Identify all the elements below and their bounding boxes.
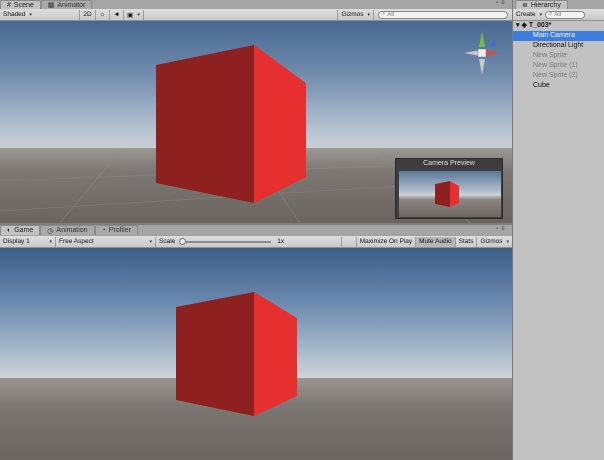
hierarchy-toolbar: Create ⌕ All: [513, 9, 604, 21]
scene-orientation-gizmo[interactable]: [462, 29, 502, 77]
mute-audio-toggle[interactable]: Mute Audio: [416, 236, 456, 247]
display-dropdown[interactable]: Display 1: [0, 236, 56, 247]
maximize-on-play-label: Maximize On Play: [359, 238, 413, 245]
tab-scene-label: Scene: [13, 1, 34, 9]
unity-editor: # Scene ▦ Animator ▫≡ Shaded 2D ☼ ◄ ▣ Gi…: [0, 0, 604, 460]
scene-gizmos-label: Gizmos: [341, 11, 364, 18]
scene-tabstrip: # Scene ▦ Animator: [0, 0, 512, 9]
camera-preview-panel: Camera Preview: [395, 158, 503, 219]
hierarchy-item-label: New Sprite (1): [533, 62, 578, 69]
unity-scene-icon: ◈: [521, 22, 527, 29]
scene-window-controls: ▫ ≡: [496, 0, 505, 6]
tab-animator[interactable]: ▦ Animator: [40, 0, 93, 9]
search-icon: ⌕: [382, 11, 386, 17]
scene-root-row[interactable]: ▾ ◈ T_003*: [513, 21, 604, 31]
scale-control: Scale 1x: [156, 236, 342, 247]
scene-gizmos-dropdown[interactable]: Gizmos: [337, 9, 374, 20]
cube-object[interactable]: [156, 45, 308, 203]
tab-game[interactable]: ◐ Game: [0, 225, 41, 235]
tab-game-label: Game: [14, 227, 34, 234]
shading-mode-label: Shaded: [3, 11, 26, 18]
hierarchy-icon: ≣: [522, 2, 528, 9]
speaker-icon: ◄: [113, 11, 120, 18]
tab-hierarchy[interactable]: ≣ Hierarchy: [515, 0, 568, 9]
scale-label: Scale: [159, 238, 176, 245]
game-window-controls: ▫ ≡: [496, 226, 505, 232]
search-icon: ⌕: [549, 11, 553, 17]
hierarchy-panel: ≣ Hierarchy Create ⌕ All ▾ ◈ T_003* Main…: [512, 0, 604, 460]
game-gizmos-label: Gizmos: [480, 238, 503, 245]
tab-profiler-label: Profiler: [108, 227, 131, 234]
display-label: Display 1: [3, 238, 30, 245]
image-icon: ▣: [127, 11, 134, 19]
tab-animation[interactable]: ◷ Animation: [40, 225, 95, 235]
scene-effects-dropdown[interactable]: ▣: [124, 9, 144, 20]
create-label: Create: [516, 11, 536, 18]
menu-icon[interactable]: ≡: [501, 0, 505, 6]
scale-value: 1x: [277, 238, 285, 245]
game-tabstrip: ◐ Game ◷ Animation ◔ Profiler: [0, 225, 512, 235]
scene-icon: #: [7, 1, 11, 9]
tab-hierarchy-label: Hierarchy: [530, 1, 561, 9]
lock-icon[interactable]: ▫: [496, 0, 498, 6]
animator-icon: ▦: [47, 2, 55, 9]
scene-search-input[interactable]: ⌕ All: [378, 10, 508, 19]
tab-scene[interactable]: # Scene: [0, 0, 41, 9]
lock-icon[interactable]: ▫: [496, 226, 498, 232]
game-cube-front-face: [176, 292, 254, 416]
hierarchy-item-main-camera[interactable]: Main Camera: [513, 31, 604, 41]
scale-slider-knob[interactable]: [179, 237, 187, 245]
cube-front-face: [156, 45, 254, 203]
hierarchy-item-directional-light[interactable]: Directional Light: [513, 41, 604, 51]
scene-search-placeholder: All: [387, 11, 395, 18]
game-icon: ◐: [7, 227, 12, 234]
profiler-icon: ◔: [101, 227, 106, 234]
animation-icon: ◷: [47, 227, 54, 235]
sun-icon: ☼: [99, 11, 106, 18]
scene-lighting-toggle[interactable]: ☼: [96, 9, 110, 20]
hierarchy-item-new-sprite-1[interactable]: New Sprite (1): [513, 61, 604, 71]
hierarchy-item-label: New Sprite: [533, 52, 568, 59]
stats-toggle[interactable]: Stats: [456, 236, 478, 247]
hierarchy-item-label: Directional Light: [533, 42, 584, 49]
create-dropdown[interactable]: Create: [513, 10, 545, 20]
hierarchy-search-placeholder: All: [554, 11, 562, 18]
cube-side-face: [254, 45, 306, 203]
hierarchy-item-cube[interactable]: Cube: [513, 81, 604, 91]
tab-animation-label: Animation: [56, 227, 88, 234]
toggle-2d-button[interactable]: 2D: [80, 9, 96, 20]
shading-mode-dropdown[interactable]: Shaded: [0, 9, 80, 20]
camera-preview-image: [399, 171, 501, 217]
game-cube-side-face: [254, 292, 297, 416]
scale-slider[interactable]: [179, 237, 272, 245]
hierarchy-item-label: Main Camera: [533, 32, 576, 39]
aspect-label: Free Aspect: [59, 238, 94, 245]
tab-profiler[interactable]: ◔ Profiler: [94, 225, 138, 235]
stats-label: Stats: [458, 238, 474, 245]
game-viewport[interactable]: [0, 248, 512, 460]
hierarchy-item-label: New Sprite (2): [533, 72, 578, 79]
hierarchy-search-input[interactable]: ⌕ All: [545, 10, 586, 19]
game-gizmos-dropdown[interactable]: Gizmos: [477, 237, 512, 247]
hierarchy-item-label: Cube: [533, 82, 550, 89]
camera-preview-title: Camera Preview: [423, 160, 475, 167]
menu-icon[interactable]: ≡: [501, 226, 505, 232]
maximize-on-play-toggle[interactable]: Maximize On Play: [355, 236, 417, 247]
scene-audio-toggle[interactable]: ◄: [110, 9, 124, 20]
scene-root-label: T_003*: [528, 22, 552, 29]
aspect-dropdown[interactable]: Free Aspect: [56, 236, 156, 247]
toggle-2d-label: 2D: [83, 11, 92, 18]
game-cube-object: [176, 292, 298, 416]
scene-viewport[interactable]: Camera Preview: [0, 21, 512, 223]
hierarchy-item-new-sprite[interactable]: New Sprite: [513, 51, 604, 61]
mute-audio-label: Mute Audio: [419, 238, 452, 245]
tab-animator-label: Animator: [57, 1, 86, 9]
expand-arrow-icon[interactable]: ▾: [516, 22, 520, 29]
game-toolbar: Display 1 Free Aspect Scale 1x Maximize …: [0, 236, 512, 248]
scene-toolbar: Shaded 2D ☼ ◄ ▣ Gizmos ⌕ All: [0, 9, 512, 21]
hierarchy-item-new-sprite-2[interactable]: New Sprite (2): [513, 71, 604, 81]
